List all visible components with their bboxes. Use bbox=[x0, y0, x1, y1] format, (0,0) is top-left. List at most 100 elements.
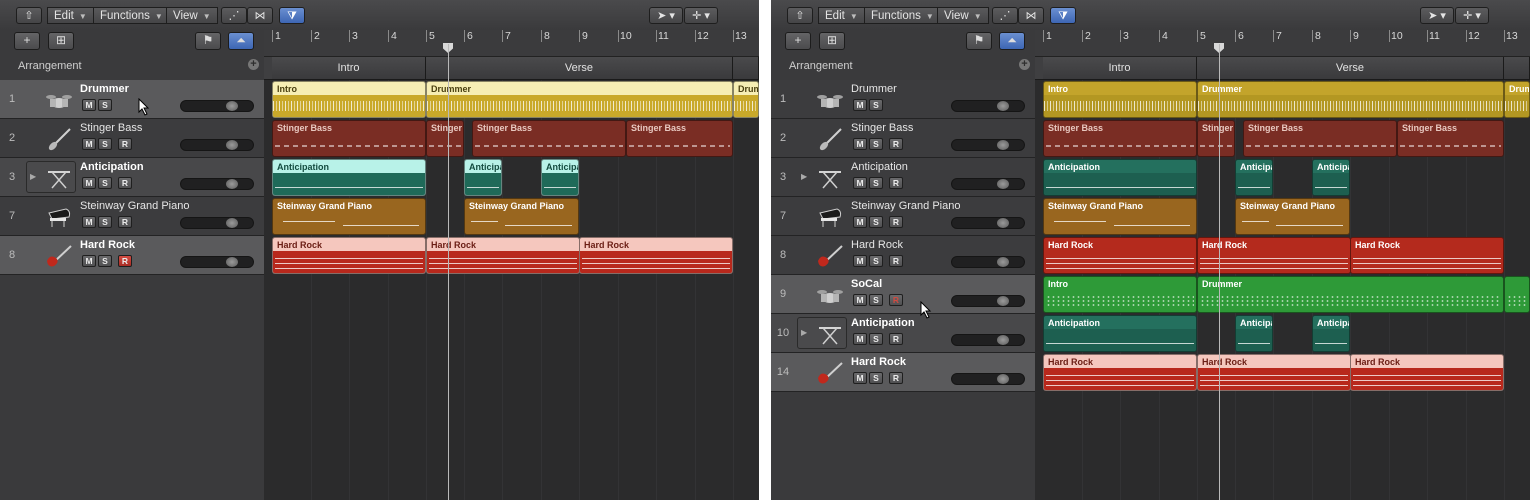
region-hard-rock[interactable]: Hard Rock bbox=[272, 237, 426, 274]
volume-slider[interactable] bbox=[951, 256, 1025, 268]
solo-button[interactable]: S bbox=[869, 177, 883, 189]
track-header-hard-rock[interactable]: 8 Hard Rock M S R bbox=[0, 236, 264, 275]
functions-menu[interactable]: Functions ▼ bbox=[93, 7, 170, 24]
region-anticipation[interactable]: Anticipa bbox=[541, 159, 579, 196]
track-header-anticipation-2[interactable]: 10 ▶ Anticipation M S R bbox=[771, 314, 1035, 353]
region-anticipation[interactable]: Anticipa bbox=[464, 159, 502, 196]
record-enable-button[interactable]: R bbox=[889, 294, 903, 306]
mute-button[interactable]: M bbox=[82, 99, 96, 111]
region-hard-rock[interactable]: Hard Rock bbox=[1043, 354, 1197, 391]
solo-button[interactable]: S bbox=[869, 372, 883, 384]
region-drummer-next[interactable]: Drum bbox=[1504, 81, 1530, 118]
volume-slider[interactable] bbox=[180, 217, 254, 229]
volume-knob[interactable] bbox=[997, 140, 1009, 150]
record-enable-button[interactable]: R bbox=[889, 255, 903, 267]
record-enable-button[interactable]: R bbox=[118, 138, 132, 150]
region-hard-rock[interactable]: Hard Rock bbox=[426, 237, 580, 274]
volume-slider[interactable] bbox=[951, 217, 1025, 229]
volume-slider[interactable] bbox=[951, 139, 1025, 151]
track-header-stinger-bass[interactable]: 2 Stinger Bass M S R bbox=[771, 119, 1035, 158]
volume-knob[interactable] bbox=[226, 179, 238, 189]
mute-button[interactable]: M bbox=[853, 255, 867, 267]
region-steinway-grand-piano[interactable]: Steinway Grand Piano bbox=[1235, 198, 1350, 235]
ruler[interactable]: 1 2 3 4 5 6 7 8 9 10 11 12 13 bbox=[264, 30, 759, 57]
solo-button[interactable]: S bbox=[869, 216, 883, 228]
region-stinger-bass[interactable]: Stinger Bass bbox=[626, 120, 733, 157]
view-menu[interactable]: View ▼ bbox=[166, 7, 218, 24]
track-name[interactable]: Hard Rock bbox=[851, 356, 906, 368]
add-track-icon[interactable]: + bbox=[14, 32, 40, 50]
track-name[interactable]: Anticipation bbox=[851, 317, 915, 329]
track-name[interactable]: Stinger Bass bbox=[80, 122, 142, 134]
add-marker-icon[interactable]: + bbox=[1019, 59, 1030, 70]
tracks-area[interactable]: Intro Drummer Drumm Stinger Bass Stinger… bbox=[264, 80, 759, 500]
region-steinway-grand-piano[interactable]: Steinway Grand Piano bbox=[464, 198, 579, 235]
functions-menu[interactable]: Functions ▼ bbox=[864, 7, 941, 24]
track-header-stinger-bass[interactable]: 2 Stinger Bass M S R bbox=[0, 119, 264, 158]
region-anticipation[interactable]: Anticipation bbox=[1043, 315, 1197, 352]
region-anticipation[interactable]: Anticipation bbox=[272, 159, 426, 196]
view-menu[interactable]: View ▼ bbox=[937, 7, 989, 24]
mute-button[interactable]: M bbox=[82, 255, 96, 267]
volume-slider[interactable] bbox=[180, 139, 254, 151]
mute-button[interactable]: M bbox=[853, 216, 867, 228]
marquee-tool-icon[interactable]: ✛ ▾ bbox=[1455, 7, 1489, 24]
track-name[interactable]: Drummer bbox=[851, 83, 897, 95]
region-steinway-grand-piano[interactable]: Steinway Grand Piano bbox=[272, 198, 426, 235]
volume-slider[interactable] bbox=[180, 178, 254, 190]
back-arrow-icon[interactable]: ⇧ bbox=[787, 7, 813, 24]
region-drummer-intro[interactable]: Intro bbox=[1043, 81, 1197, 118]
edit-menu[interactable]: Edit ▼ bbox=[47, 7, 94, 24]
region-hard-rock[interactable]: Hard Rock bbox=[1197, 354, 1351, 391]
volume-slider[interactable] bbox=[180, 100, 254, 112]
volume-knob[interactable] bbox=[997, 296, 1009, 306]
track-folder-icon[interactable]: ⊞ bbox=[48, 32, 74, 50]
mute-button[interactable]: M bbox=[853, 294, 867, 306]
volume-knob[interactable] bbox=[997, 257, 1009, 267]
flag-icon[interactable]: ⚑ bbox=[195, 32, 221, 50]
flex-icon[interactable]: ⋈ bbox=[1018, 7, 1044, 24]
record-enable-button[interactable]: R bbox=[889, 372, 903, 384]
record-enable-button[interactable]: R bbox=[118, 216, 132, 228]
marquee-tool-icon[interactable]: ✛ ▾ bbox=[684, 7, 718, 24]
track-name[interactable]: Stinger Bass bbox=[851, 122, 913, 134]
track-header-anticipation[interactable]: 3 ▶ Anticipation M S R bbox=[0, 158, 264, 197]
volume-knob[interactable] bbox=[226, 140, 238, 150]
marker-next[interactable] bbox=[733, 57, 759, 79]
volume-knob[interactable] bbox=[997, 335, 1009, 345]
region-stinger-bass[interactable]: Stinger bbox=[1197, 120, 1235, 157]
solo-button[interactable]: S bbox=[98, 177, 112, 189]
marker-verse[interactable]: Verse bbox=[1197, 57, 1504, 79]
mute-button[interactable]: M bbox=[853, 138, 867, 150]
region-anticipation[interactable]: Anticipa bbox=[1235, 315, 1273, 352]
volume-knob[interactable] bbox=[997, 374, 1009, 384]
region-hard-rock[interactable]: Hard Rock bbox=[1197, 237, 1351, 274]
record-enable-button[interactable]: R bbox=[889, 333, 903, 345]
track-name[interactable]: Hard Rock bbox=[851, 239, 903, 251]
volume-slider[interactable] bbox=[951, 100, 1025, 112]
mute-button[interactable]: M bbox=[82, 138, 96, 150]
track-header-anticipation[interactable]: 3 ▶ Anticipation M S R bbox=[771, 158, 1035, 197]
region-drummer[interactable]: Drummer bbox=[426, 81, 733, 118]
global-tracks-icon[interactable]: ⏶ bbox=[999, 32, 1025, 50]
region-stinger-bass[interactable]: Stinger bbox=[426, 120, 464, 157]
volume-slider[interactable] bbox=[951, 334, 1025, 346]
pointer-tool-icon[interactable]: ➤ ▾ bbox=[649, 7, 683, 24]
track-name[interactable]: Drummer bbox=[80, 83, 129, 95]
global-tracks-icon[interactable]: ⏶ bbox=[228, 32, 254, 50]
track-name[interactable]: Anticipation bbox=[851, 161, 908, 173]
marker-intro[interactable]: Intro bbox=[272, 57, 426, 79]
disclosure-triangle-icon[interactable]: ▶ bbox=[801, 328, 807, 337]
marker-intro[interactable]: Intro bbox=[1043, 57, 1197, 79]
region-stinger-bass[interactable]: Stinger Bass bbox=[1043, 120, 1197, 157]
record-enable-button[interactable]: R bbox=[118, 177, 132, 189]
mute-button[interactable]: M bbox=[853, 333, 867, 345]
solo-button[interactable]: S bbox=[869, 333, 883, 345]
add-marker-icon[interactable]: + bbox=[248, 59, 259, 70]
region-socal-drummer[interactable]: Drummer bbox=[1197, 276, 1504, 313]
volume-slider[interactable] bbox=[180, 256, 254, 268]
solo-button[interactable]: S bbox=[869, 294, 883, 306]
pointer-tool-icon[interactable]: ➤ ▾ bbox=[1420, 7, 1454, 24]
volume-slider[interactable] bbox=[951, 373, 1025, 385]
automation-icon[interactable]: ⋰ bbox=[221, 7, 247, 24]
